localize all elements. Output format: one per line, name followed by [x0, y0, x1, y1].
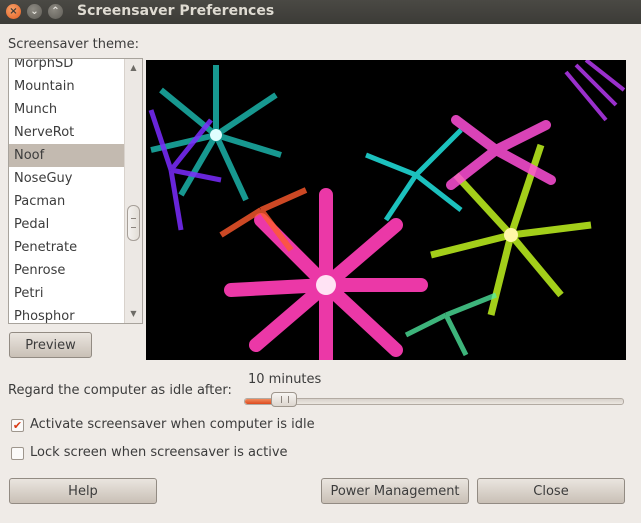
- theme-list-items: MorphSD Mountain Munch NerveRot Noof Nos…: [9, 59, 124, 323]
- theme-item[interactable]: NerveRot: [9, 121, 124, 144]
- theme-item-selected[interactable]: Noof: [9, 144, 124, 167]
- idle-slider-track[interactable]: [244, 398, 624, 405]
- theme-item[interactable]: Mountain: [9, 75, 124, 98]
- theme-item[interactable]: Penrose: [9, 259, 124, 282]
- theme-list[interactable]: MorphSD Mountain Munch NerveRot Noof Nos…: [8, 58, 143, 324]
- lock-label[interactable]: Lock screen when screensaver is active: [30, 445, 288, 460]
- close-button[interactable]: Close: [477, 478, 625, 504]
- maximize-window-icon[interactable]: ⌃: [48, 4, 63, 19]
- minimize-window-icon[interactable]: ⌄: [27, 4, 42, 19]
- title-bar: × ⌄ ⌃ Screensaver Preferences: [0, 0, 641, 24]
- theme-item[interactable]: Petri: [9, 282, 124, 305]
- preview-artwork-image: [148, 60, 626, 360]
- screensaver-preferences-window: × ⌄ ⌃ Screensaver Preferences Screensave…: [0, 0, 641, 523]
- window-title: Screensaver Preferences: [77, 3, 275, 19]
- scroll-up-icon[interactable]: ▲: [125, 61, 142, 75]
- theme-list-scrollbar[interactable]: ▲ ▼: [124, 59, 142, 323]
- idle-label: Regard the computer as idle after:: [8, 383, 232, 398]
- screensaver-preview: [146, 60, 626, 360]
- theme-item[interactable]: Munch: [9, 98, 124, 121]
- activate-label[interactable]: Activate screensaver when computer is id…: [30, 417, 315, 432]
- theme-item[interactable]: Pedal: [9, 213, 124, 236]
- idle-slider-handle[interactable]: [270, 392, 297, 407]
- scroll-down-icon[interactable]: ▼: [125, 307, 142, 321]
- theme-item[interactable]: Pacman: [9, 190, 124, 213]
- lock-checkbox[interactable]: [11, 447, 24, 460]
- power-management-button[interactable]: Power Management: [321, 478, 469, 504]
- theme-label: Screensaver theme:: [8, 37, 139, 52]
- idle-value: 10 minutes: [248, 372, 322, 387]
- scrollbar-thumb[interactable]: [127, 205, 140, 241]
- help-button[interactable]: Help: [9, 478, 157, 504]
- preview-button[interactable]: Preview: [9, 332, 92, 358]
- theme-item[interactable]: Penetrate: [9, 236, 124, 259]
- close-window-icon[interactable]: ×: [6, 4, 21, 19]
- activate-checkbox[interactable]: ✔: [11, 419, 24, 432]
- theme-item[interactable]: MorphSD: [9, 59, 124, 75]
- theme-item[interactable]: Phosphor: [9, 305, 124, 323]
- theme-item[interactable]: NoseGuy: [9, 167, 124, 190]
